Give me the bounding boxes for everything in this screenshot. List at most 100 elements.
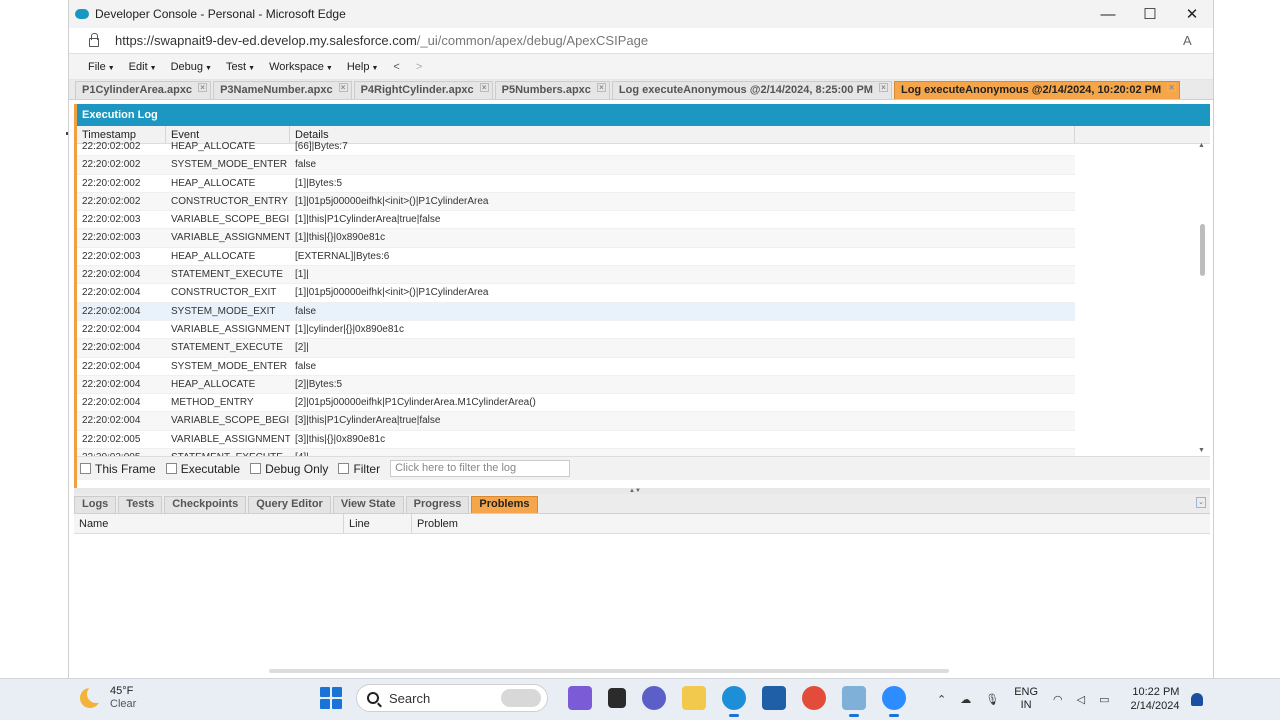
log-row[interactable]: 22:20:02:004 SYSTEM_MODE_EXIT false	[77, 302, 1075, 321]
log-row[interactable]: 22:20:02:004 CONSTRUCTOR_EXIT [1]|01p5j000…	[77, 284, 1075, 303]
copilot-icon[interactable]	[568, 686, 592, 710]
log-row[interactable]: 22:20:02:002 CONSTRUCTOR_ENTRY [1]|01p5j00…	[77, 192, 1075, 212]
log-event: HEAP_ALLOCATE	[171, 250, 256, 262]
close-button[interactable]: ✕	[1171, 5, 1213, 23]
taskbar-search[interactable]: Search	[356, 684, 548, 712]
close-tab-icon[interactable]: ×	[596, 83, 606, 92]
tab-problems[interactable]: Problems	[471, 496, 538, 513]
chevron-down-icon: ▼	[248, 64, 256, 72]
close-tab-icon[interactable]: ×	[198, 83, 208, 92]
editor-tab[interactable]: P5Numbers.apxc ×	[494, 81, 610, 99]
executable-label: Executable	[180, 461, 241, 476]
col-name[interactable]: Name	[74, 514, 344, 533]
clock[interactable]: 10:22 PM 2/14/2024	[1131, 685, 1180, 713]
tab-tests[interactable]: Tests	[118, 496, 163, 513]
log-scrollbar[interactable]: ▲ ▼	[1198, 138, 1208, 456]
chevron-down-icon: ▼	[325, 64, 333, 72]
url-field[interactable]: https://swapnait9-dev-ed.develop.my.sale…	[115, 33, 1183, 48]
onedrive-icon[interactable]: ☁	[960, 693, 971, 706]
menu-workspace[interactable]: Workspace ▼	[262, 61, 340, 73]
log-row[interactable]: 22:20:02:004 SYSTEM_MODE_ENTER false	[77, 358, 1075, 376]
address-bar[interactable]: https://swapnait9-dev-ed.develop.my.sale…	[69, 28, 1213, 54]
log-row[interactable]: 22:20:02:002 HEAP_ALLOCATE [66]|Bytes:7	[77, 138, 1075, 157]
col-problem[interactable]: Problem	[412, 514, 1210, 533]
executable-checkbox[interactable]	[165, 463, 177, 474]
menu-debug[interactable]: Debug ▼	[164, 61, 219, 73]
battery-icon[interactable]: ▭	[1099, 693, 1109, 706]
wifi-icon[interactable]: ◠	[1053, 693, 1063, 706]
menu-file[interactable]: File ▼	[81, 61, 122, 73]
maximize-button[interactable]: ☐	[1129, 5, 1171, 23]
log-row[interactable]: 22:20:02:004 STATEMENT_EXECUTE [2]|	[77, 339, 1075, 358]
microsoft-store-icon[interactable]	[762, 686, 786, 710]
close-tab-icon[interactable]: ×	[338, 83, 348, 92]
menu-edit[interactable]: Edit ▼	[122, 61, 164, 73]
this-frame-checkbox[interactable]	[80, 463, 91, 474]
filter-input[interactable]: Click here to filter the log	[390, 460, 571, 477]
collapse-panel-icon[interactable]: ⌄	[1196, 497, 1206, 508]
menu-test[interactable]: Test ▼	[219, 61, 262, 73]
microphone-icon[interactable]: 🎙	[985, 693, 999, 706]
log-row[interactable]: 22:20:02:004 HEAP_ALLOCATE [2]|Bytes:5	[77, 375, 1075, 395]
execution-log-title: Execution Log	[77, 104, 1210, 126]
task-view-icon[interactable]	[608, 688, 626, 708]
teams-chat-icon[interactable]	[642, 686, 666, 710]
zoom-icon[interactable]	[882, 686, 906, 717]
log-row[interactable]: 22:20:02:003 HEAP_ALLOCATE [EXTERNAL]|Byte…	[77, 248, 1075, 267]
log-row[interactable]: 22:20:02:003 VARIABLE_ASSIGNMENT [1]|this|…	[77, 229, 1075, 248]
scroll-down-icon[interactable]: ▼	[1198, 447, 1205, 454]
log-row[interactable]: 22:20:02:004 VARIABLE_ASSIGNMENT [1]|cylin…	[77, 321, 1075, 340]
log-row[interactable]: 22:20:02:004 STATEMENT_EXECUTE [1]|	[77, 266, 1075, 285]
log-row[interactable]: 22:20:02:005 VARIABLE_ASSIGNMENT [3]|this|…	[77, 431, 1075, 450]
snipping-tool-icon[interactable]	[842, 686, 866, 717]
log-event: STATEMENT_EXECUTE	[166, 449, 290, 456]
chevron-up-icon[interactable]: ⌃	[937, 693, 946, 706]
search-icon	[367, 692, 379, 704]
log-row[interactable]: 22:20:02:002 HEAP_ALLOCATE [1]|Bytes:5	[77, 175, 1075, 193]
scroll-thumb[interactable]	[1200, 224, 1205, 276]
lock-icon[interactable]	[89, 33, 99, 47]
file-explorer-icon[interactable]	[682, 686, 706, 710]
debug-only-checkbox[interactable]	[250, 463, 262, 474]
log-details: [3]|this|P1CylinderArea|true|false	[295, 415, 441, 427]
tab-progress[interactable]: Progress	[405, 496, 470, 513]
editor-tab[interactable]: P3NameNumber.apxc ×	[213, 81, 352, 99]
weather-widget[interactable]: 45°F Clear	[80, 685, 136, 711]
tab-checkpoints[interactable]: Checkpoints	[164, 496, 247, 513]
minimize-button[interactable]: —	[1087, 6, 1129, 23]
tab-view-state[interactable]: View State	[332, 496, 404, 513]
editor-tab[interactable]: P1CylinderArea.apxc ×	[75, 81, 212, 99]
editor-tab[interactable]: Log executeAnonymous @2/14/2024, 10:20:0…	[893, 81, 1181, 99]
read-aloud-icon[interactable]: A	[1183, 33, 1213, 48]
log-row[interactable]: 22:20:02:002 SYSTEM_MODE_ENTER false	[77, 156, 1075, 175]
editor-tab[interactable]: P4RightCylinder.apxc ×	[353, 81, 493, 99]
tab-query-editor[interactable]: Query Editor	[248, 496, 331, 513]
log-row[interactable]: 22:20:02:004 METHOD_ENTRY [2]|01p5j00000ei…	[77, 394, 1075, 413]
log-row[interactable]: 22:20:02:003 VARIABLE_SCOPE_BEGIN [1]|this…	[77, 211, 1075, 230]
log-timestamp: 22:20:02:002	[82, 159, 141, 171]
log-timestamp: 22:20:02:002	[82, 177, 141, 189]
horizontal-scrollbar[interactable]	[269, 669, 949, 673]
language-indicator[interactable]: ENG IN	[1014, 686, 1038, 712]
close-tab-icon[interactable]: ×	[1167, 83, 1177, 92]
close-tab-icon[interactable]: ×	[878, 83, 888, 92]
edge-browser-icon[interactable]	[722, 686, 746, 717]
scroll-up-icon[interactable]: ▲	[1198, 142, 1205, 149]
log-row[interactable]: 22:20:02:004 VARIABLE_SCOPE_BEGIN [3]|this…	[77, 412, 1075, 431]
tab-logs[interactable]: Logs	[74, 496, 117, 513]
speaker-icon[interactable]: ◁	[1077, 693, 1085, 706]
close-tab-icon[interactable]: ×	[479, 83, 489, 92]
start-icon[interactable]	[320, 687, 342, 709]
log-details: false	[295, 159, 317, 171]
log-row[interactable]: 22:20:02:005STATEMENT_EXECUTE[4]|	[77, 449, 1075, 456]
col-line[interactable]: Line	[344, 514, 412, 533]
menu-help[interactable]: Help ▼	[340, 61, 386, 73]
chrome-icon[interactable]	[802, 686, 826, 710]
log-timestamp: 22:20:02:003	[82, 250, 141, 262]
back-arrow-button[interactable]: <	[385, 61, 407, 73]
weather-temp: 45°F	[110, 685, 134, 697]
filter-checkbox[interactable]	[338, 463, 350, 474]
editor-tab[interactable]: Log executeAnonymous @2/14/2024, 8:25:00…	[611, 81, 892, 99]
forward-arrow-button[interactable]: >	[408, 61, 430, 73]
notification-bell-icon[interactable]	[1191, 692, 1204, 706]
